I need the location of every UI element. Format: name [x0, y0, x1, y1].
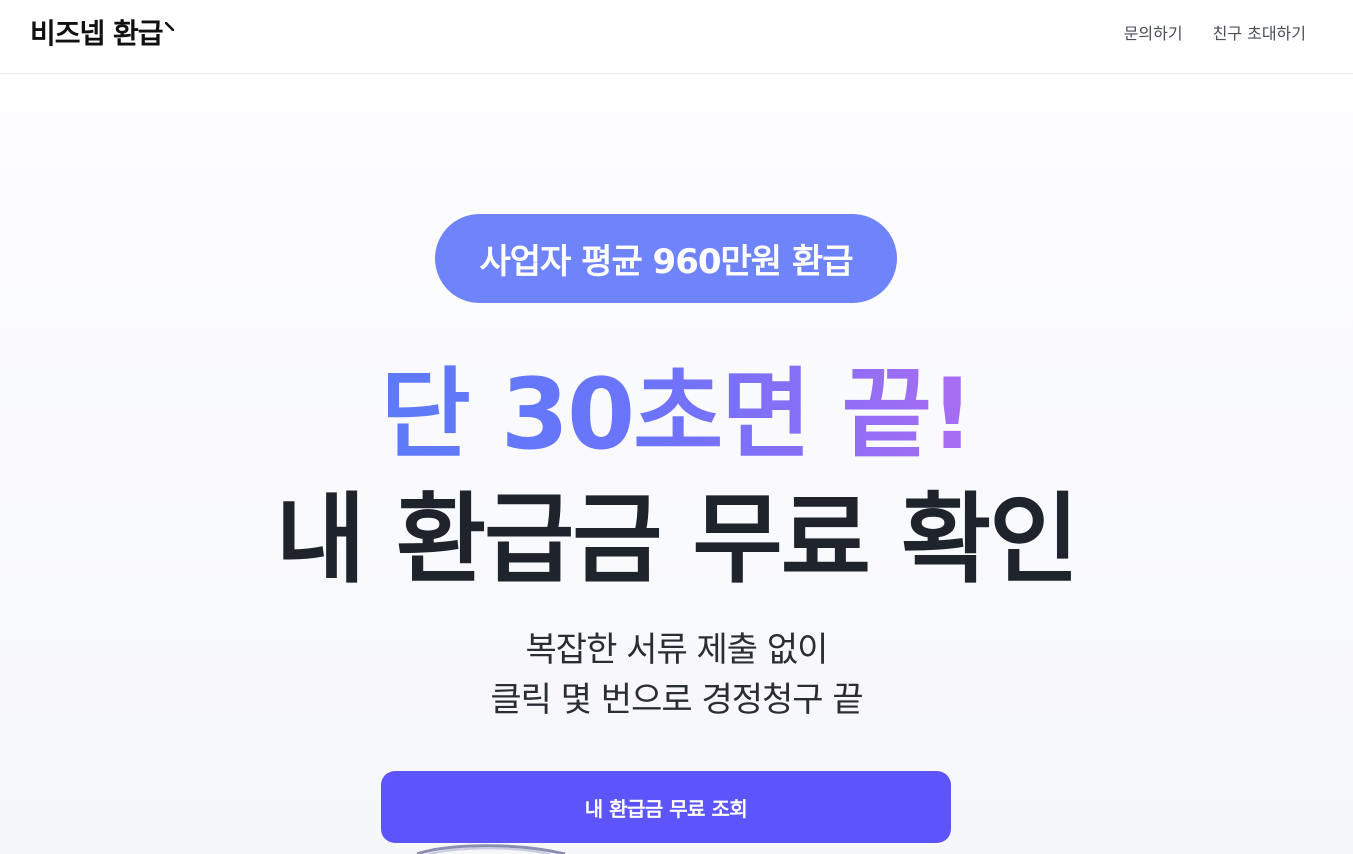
check-refund-button-label: 내 환급금 무료 조회: [584, 796, 748, 821]
brand-logo[interactable]: 비즈넵 환급: [30, 16, 174, 52]
nav-invite-friend-link[interactable]: 친구 초대하기: [1213, 23, 1306, 45]
brand-mark-icon: [164, 22, 174, 31]
page-background: 비즈넵 환급 문의하기 친구 초대하기 사업자 평균 960만원 환급 단 30…: [0, 0, 1353, 854]
top-header: 비즈넵 환급 문의하기 친구 초대하기: [0, 0, 1353, 74]
check-refund-button[interactable]: 내 환급금 무료 조회: [381, 771, 951, 843]
hero-section: 사업자 평균 960만원 환급 단 30초면 끝! 내 환급금 무료 확인 복잡…: [0, 74, 1353, 854]
top-nav: 문의하기 친구 초대하기: [1124, 23, 1306, 45]
hero-subcopy: 복잡한 서류 제출 없이 클릭 몇 번으로 경정청구 끝: [0, 625, 1353, 725]
decorative-illustration: [416, 844, 566, 854]
hero-headline-accent: 단 30초면 끝!: [0, 359, 1353, 471]
hero-subcopy-line: 클릭 몇 번으로 경정청구 끝: [490, 680, 863, 720]
hero-subcopy-line: 복잡한 서류 제출 없이: [525, 630, 829, 670]
hero-headline-main: 내 환급금 무료 확인: [275, 483, 1080, 597]
average-refund-badge: 사업자 평균 960만원 환급: [435, 214, 897, 303]
brand-wordmark: 비즈넵 환급: [30, 17, 164, 50]
average-refund-badge-text: 사업자 평균 960만원 환급: [479, 242, 853, 282]
nav-inquiry-link[interactable]: 문의하기: [1124, 23, 1183, 45]
hero-headline-accent-text: 단 30초면 끝!: [380, 358, 975, 472]
